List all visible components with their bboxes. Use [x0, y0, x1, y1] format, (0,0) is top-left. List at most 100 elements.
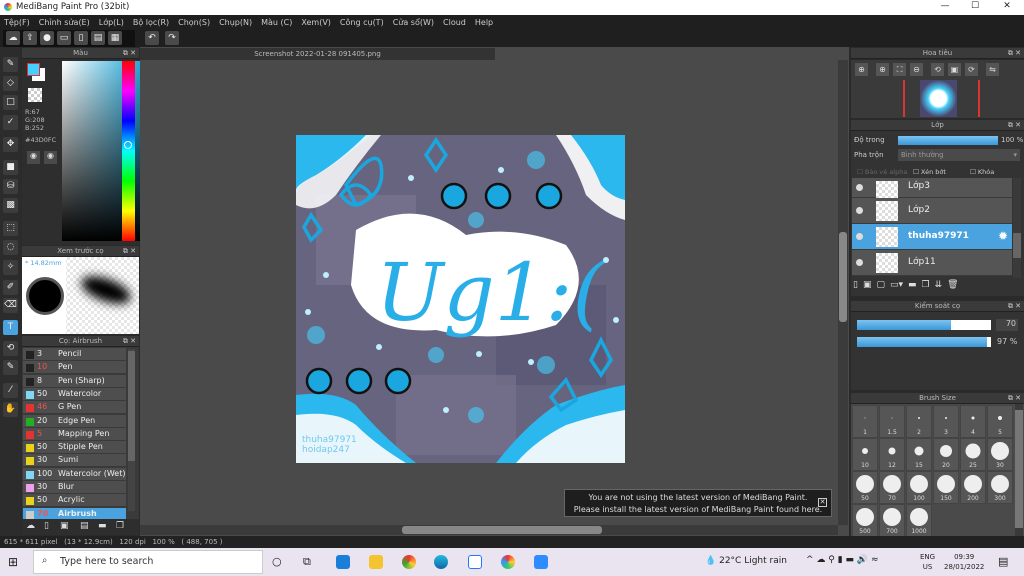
- lasso-tool-icon[interactable]: ◌: [3, 240, 18, 255]
- text-tool-icon[interactable]: T: [3, 320, 18, 335]
- menu-item-10[interactable]: Cloud: [443, 18, 466, 27]
- new-layer-icon[interactable]: ▯: [853, 280, 858, 294]
- menu-item-6[interactable]: Màu (C): [261, 18, 292, 27]
- clock[interactable]: 09:39 28/01/2022: [944, 552, 984, 572]
- fit-icon[interactable]: ⛶: [893, 63, 906, 76]
- zalo-icon[interactable]: [468, 555, 482, 569]
- menu-item-2[interactable]: Lớp(L): [99, 18, 124, 27]
- brush-item[interactable]: 70 Airbrush: [23, 507, 126, 519]
- minimize-button[interactable]: —: [930, 1, 960, 14]
- select-tool-icon[interactable]: ⬚: [3, 221, 18, 236]
- divide-tool-icon[interactable]: ✎: [3, 360, 18, 375]
- brush-item[interactable]: 30 Sumi: [23, 454, 126, 468]
- undo-button[interactable]: ↶: [145, 31, 159, 45]
- rectangle-tool-icon[interactable]: □: [3, 95, 18, 110]
- reset-rotation-icon[interactable]: ▣: [948, 63, 961, 76]
- menu-item-4[interactable]: Chọn(S): [178, 18, 210, 27]
- menu-item-1[interactable]: Chỉnh sửa(E): [39, 18, 90, 27]
- brush-size-value[interactable]: 70: [996, 319, 1018, 331]
- select-eraser-tool-icon[interactable]: ⌫: [3, 298, 18, 313]
- brush-size-preset[interactable]: 50: [852, 471, 878, 504]
- menu-item-9[interactable]: Cửa sổ(W): [393, 18, 434, 27]
- brush-item[interactable]: 46 G Pen: [23, 401, 126, 415]
- mail-app-icon[interactable]: [336, 555, 350, 569]
- menu-item-8[interactable]: Công cụ(T): [340, 18, 384, 27]
- menu-item-7[interactable]: Xem(V): [301, 18, 331, 27]
- eyedropper-tool-icon[interactable]: ⁄: [3, 383, 18, 398]
- zoom-out-icon[interactable]: ⊖: [910, 63, 923, 76]
- layer-visibility-icon[interactable]: [856, 207, 863, 214]
- brush-size-preset[interactable]: 25: [960, 438, 986, 471]
- brush-item[interactable]: 8 Pen (Sharp): [23, 374, 126, 388]
- redo-button[interactable]: ↷: [165, 31, 179, 45]
- dot-tool-icon[interactable]: ✓: [3, 115, 18, 130]
- canvas-horizontal-scrollbar[interactable]: [140, 525, 838, 535]
- brush-size-preset[interactable]: 1: [852, 405, 878, 438]
- taskbar-search-input[interactable]: ⌕ Type here to search: [33, 550, 263, 574]
- update-notice-line-2[interactable]: Please install the latest version of Med…: [565, 504, 831, 516]
- brush-opacity-slider[interactable]: [857, 337, 991, 347]
- document-tab[interactable]: Screenshot 2022-01-28 091405.png: [140, 48, 495, 60]
- medibang-taskbar-icon[interactable]: [501, 555, 515, 569]
- brush-size-preset[interactable]: 70: [879, 471, 905, 504]
- eraser-tool-icon[interactable]: ◇: [3, 76, 18, 91]
- close-button[interactable]: ✕: [992, 1, 1022, 14]
- layer-visibility-icon[interactable]: [856, 233, 863, 240]
- comment-icon[interactable]: ●: [40, 31, 54, 45]
- brush-size-preset[interactable]: 15: [906, 438, 932, 471]
- menu-item-5[interactable]: Chụp(N): [219, 18, 252, 27]
- edge-icon[interactable]: [434, 555, 448, 569]
- brush-size-preset[interactable]: 1.5: [879, 405, 905, 438]
- duplicate-icon[interactable]: ❐: [116, 521, 124, 531]
- panel-icon[interactable]: ▤: [91, 31, 105, 45]
- gradient-tool-icon[interactable]: ▩: [3, 198, 18, 213]
- layer-row[interactable]: Lớp11: [852, 250, 1012, 276]
- cloud-download-icon[interactable]: ☁: [26, 521, 35, 531]
- brush-size-preset[interactable]: 3: [933, 405, 959, 438]
- brush-size-scrollbar[interactable]: [1015, 404, 1023, 536]
- brush-size-preset[interactable]: 700: [879, 504, 905, 537]
- caption-icon[interactable]: ▭: [57, 31, 71, 45]
- brush-item[interactable]: 100 Watercolor (Wet): [23, 467, 126, 481]
- menu-item-0[interactable]: Tệp(F): [4, 18, 30, 27]
- brush-settings-icon[interactable]: ▤: [80, 521, 89, 531]
- new-layer-8bit-icon[interactable]: ▣: [863, 280, 872, 294]
- layer-opacity-slider[interactable]: [898, 136, 998, 145]
- move-tool-icon[interactable]: ✥: [3, 137, 18, 152]
- magic-wand-tool-icon[interactable]: ✧: [3, 260, 18, 275]
- zoom-app-icon[interactable]: [534, 555, 548, 569]
- lock-checkbox[interactable]: ☐ Khóa: [970, 168, 994, 176]
- language-indicator[interactable]: ENG US: [920, 552, 935, 572]
- bucket-tool-icon[interactable]: ⛁: [3, 179, 18, 194]
- brush-size-preset[interactable]: 30: [987, 438, 1013, 471]
- task-view-icon[interactable]: ⧉: [303, 555, 311, 569]
- brush-size-preset[interactable]: 1000: [906, 504, 932, 537]
- folder-icon[interactable]: ▬: [98, 521, 107, 531]
- brush-size-preset[interactable]: 300: [987, 471, 1013, 504]
- brush-size-preset[interactable]: 500: [852, 504, 878, 537]
- merge-down-icon[interactable]: ⇊: [935, 280, 943, 294]
- zoom-actual-icon[interactable]: ⊕: [855, 63, 868, 76]
- select-pen-tool-icon[interactable]: ✐: [3, 280, 18, 295]
- brush-size-preset[interactable]: 10: [852, 438, 878, 471]
- blend-mode-select[interactable]: Bình thường ▾: [898, 149, 1020, 161]
- brush-item[interactable]: 10 Pen: [23, 361, 126, 375]
- new-layer-1bit-icon[interactable]: ▢: [876, 280, 885, 294]
- brush-item[interactable]: 50 Acrylic: [23, 494, 126, 508]
- palette-icon[interactable]: ◉: [27, 151, 40, 164]
- brush-size-preset[interactable]: 20: [933, 438, 959, 471]
- transparent-color-swatch[interactable]: [28, 88, 42, 102]
- maximize-button[interactable]: ☐: [960, 1, 990, 14]
- brush-size-preset[interactable]: 4: [960, 405, 986, 438]
- brush-size-preset[interactable]: 100: [906, 471, 932, 504]
- brush-item[interactable]: 50 Stipple Pen: [23, 441, 126, 455]
- fill-rect-tool-icon[interactable]: ■: [3, 160, 18, 175]
- menu-item-11[interactable]: Help: [475, 18, 493, 27]
- brush-list-scrollbar[interactable]: [128, 349, 135, 511]
- brush-size-preset[interactable]: 150: [933, 471, 959, 504]
- layer-row[interactable]: Lớp3: [852, 178, 1012, 201]
- brush-size-slider[interactable]: [857, 320, 991, 330]
- brush-size-preset[interactable]: 200: [960, 471, 986, 504]
- new-brush-icon[interactable]: ▯: [44, 521, 49, 531]
- cortana-icon[interactable]: ○: [272, 555, 282, 568]
